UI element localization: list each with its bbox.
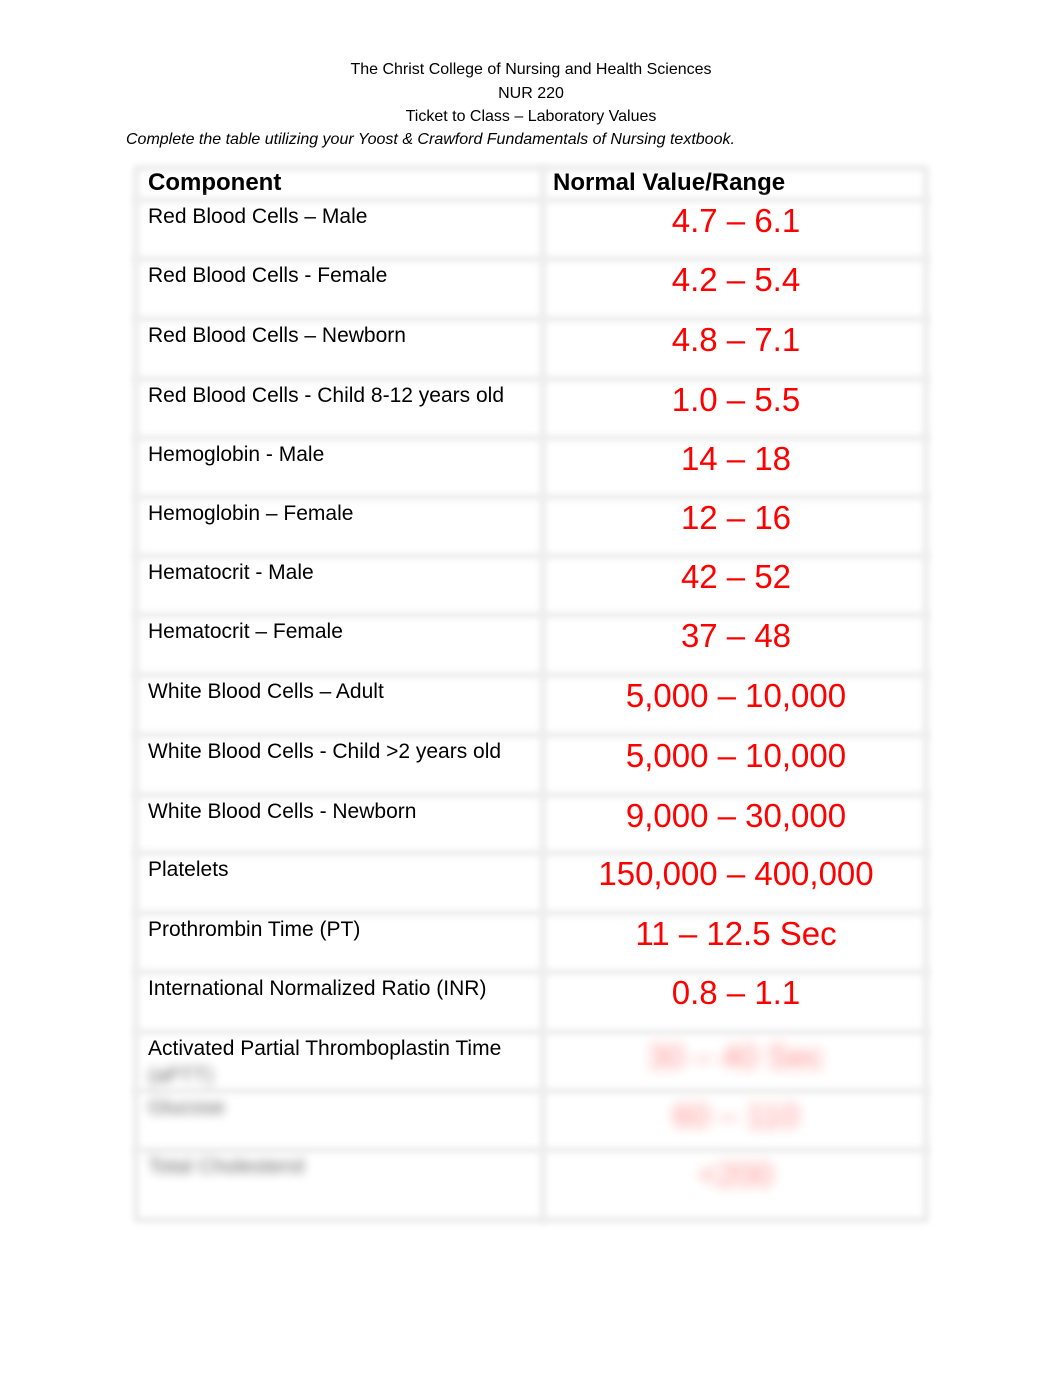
normal-value-cell: 12 – 16 [680,499,792,536]
component-cell: Red Blood Cells - Female [148,264,388,287]
normal-value-cell: 1.0 – 5.5 [671,381,801,418]
normal-value-cell: 30 – 40 Sec [647,1038,825,1075]
component-cell: Hemoglobin - Male [148,443,325,466]
column-divider [540,165,546,1223]
component-cell: Platelets [148,858,229,881]
component-cell: Glucose [148,1096,226,1119]
component-cell: Hemoglobin – Female [148,502,354,525]
normal-value-cell: 150,000 – 400,000 [598,855,874,892]
component-cell: Hematocrit – Female [148,620,343,643]
normal-value-cell: 4.2 – 5.4 [671,261,801,298]
component-cell: White Blood Cells - Child >2 years old [148,740,502,763]
component-cell: Red Blood Cells - Child 8-12 years old [148,384,505,407]
normal-value-cell: 5,000 – 10,000 [625,737,847,774]
row-divider [133,1147,929,1153]
normal-value-cell: 9,000 – 30,000 [625,797,847,834]
lab-values-table: Component Normal Value/Range Red Blood C… [133,165,929,1223]
normal-value-cell: 37 – 48 [680,617,792,654]
component-cell: International Normalized Ratio (INR) [148,977,487,1000]
component-cell: White Blood Cells - Newborn [148,800,417,823]
normal-value-cell: 5,000 – 10,000 [625,677,847,714]
normal-value-cell: 14 – 18 [680,440,792,477]
component-cell: Prothrombin Time (PT) [148,918,361,941]
normal-value-cell: 4.7 – 6.1 [671,202,801,239]
header-component: Component [148,169,282,196]
component-cell: Total Cholesterol [148,1155,305,1178]
normal-value-cell: 11 – 12.5 Sec [635,915,837,952]
component-cell: Red Blood Cells – Newborn [148,324,406,347]
document-title: Ticket to Class – Laboratory Values [405,108,657,125]
header-normal-value: Normal Value/Range [553,169,786,196]
component-cell: Hematocrit - Male [148,561,314,584]
component-cell: Activated Partial Thromboplastin Time [148,1037,502,1060]
component-cell-line2: (aPTT) [148,1064,214,1087]
component-cell: Red Blood Cells – Male [148,205,368,228]
instructions: Complete the table utilizing your Yoost … [126,131,735,148]
institution-name: The Christ College of Nursing and Health… [350,61,712,78]
course-code: NUR 220 [498,85,564,102]
normal-value-cell: <200 [698,1156,774,1193]
normal-value-cell: 60 – 110 [672,1097,799,1134]
normal-value-cell: 4.8 – 7.1 [671,321,801,358]
normal-value-cell: 42 – 52 [680,558,792,595]
normal-value-cell: 0.8 – 1.1 [671,974,801,1011]
row-divider [133,1088,929,1094]
row-divider [133,1029,929,1035]
component-cell: White Blood Cells – Adult [148,680,384,703]
